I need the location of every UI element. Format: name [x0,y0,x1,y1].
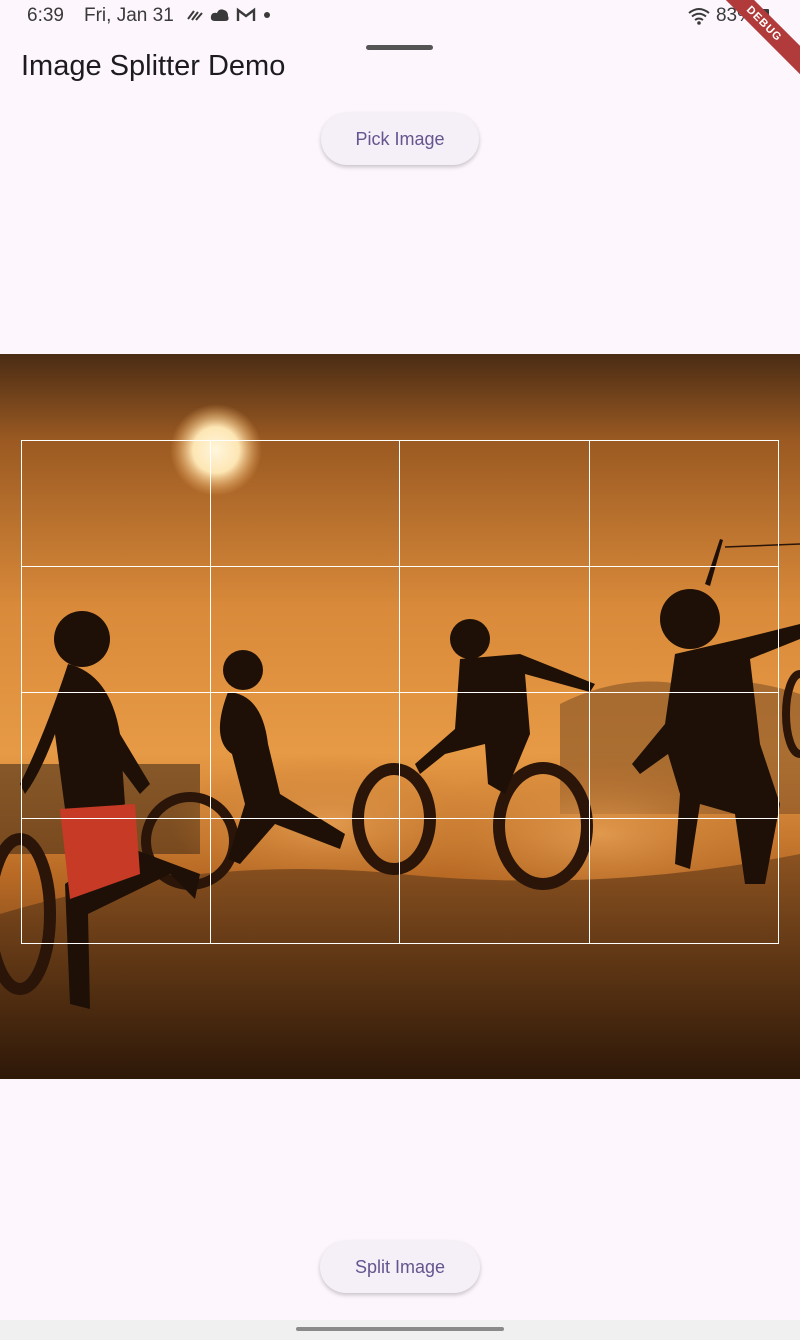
grid-line [21,440,22,944]
grid-line [21,818,779,819]
cloud-icon [210,9,229,21]
grid-line [21,943,779,944]
drag-handle[interactable] [366,45,433,50]
wifi-icon [688,8,710,25]
status-bar: 6:39 Fri, Jan 31 83% [0,0,800,34]
notification-icons [186,7,272,23]
pick-image-button[interactable]: Pick Image [321,113,479,165]
status-date: Fri, Jan 31 [84,5,174,26]
grid-line [21,692,779,693]
weather-haze-icon [187,10,203,21]
gmail-icon [236,7,256,21]
grid-line [21,566,779,567]
split-image-button[interactable]: Split Image [320,1241,480,1293]
grid-line [21,440,779,441]
grid-line [589,440,590,944]
preview-image [0,354,800,1079]
grid-line [210,440,211,944]
gesture-nav-bar[interactable] [296,1327,504,1331]
grid-line [778,440,779,944]
split-grid-overlay [21,440,779,944]
grid-line [399,440,400,944]
status-time: 6:39 [27,5,64,26]
dot-icon [264,12,270,18]
page-title: Image Splitter Demo [21,50,286,82]
